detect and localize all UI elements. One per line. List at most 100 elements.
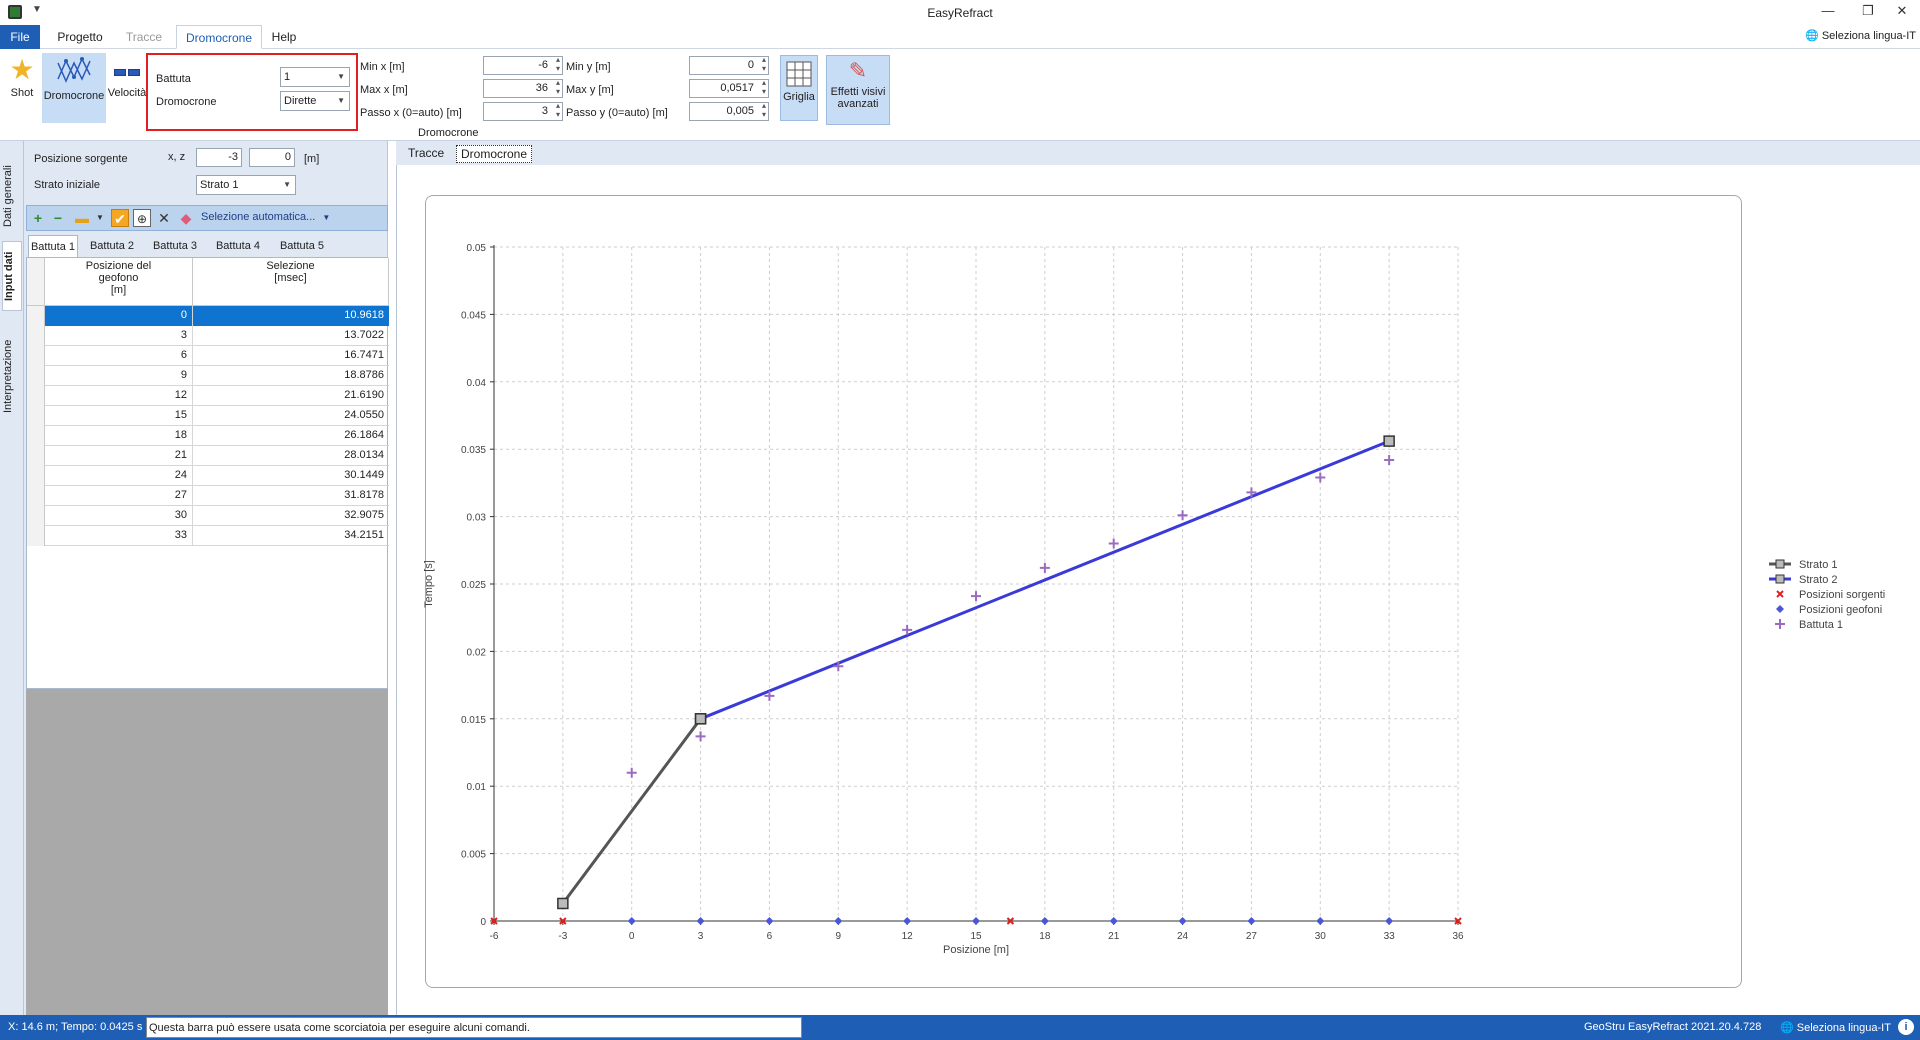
cell-selezione[interactable]: 24.0550 <box>193 406 389 426</box>
velocita-button[interactable]: Velocità <box>106 53 148 119</box>
table-row[interactable]: 15 24.0550 <box>27 406 389 426</box>
tab-battuta-1[interactable]: Battuta 1 <box>28 235 78 257</box>
table-row[interactable]: 0 10.9618 <box>27 306 389 326</box>
shot-button[interactable]: ★ Shot <box>2 53 42 119</box>
close-icon[interactable]: ✕ <box>1882 3 1920 19</box>
cell-selezione[interactable]: 21.6190 <box>193 386 389 406</box>
add-icon[interactable]: + <box>29 209 47 227</box>
remove-icon[interactable]: − <box>49 209 67 227</box>
cell-selezione[interactable]: 18.8786 <box>193 366 389 386</box>
delete-icon[interactable]: ✕ <box>155 209 173 227</box>
table-row[interactable]: 24 30.1449 <box>27 466 389 486</box>
column-header-selezione[interactable]: Selezione [msec] <box>193 258 389 306</box>
column-header-posizione[interactable]: Posizione del geofono [m] <box>45 258 193 306</box>
vtab-input-dati[interactable]: Input dati <box>2 241 22 311</box>
check-icon[interactable]: ✔ <box>111 209 129 227</box>
select-area-icon[interactable]: ⊕ <box>133 209 151 227</box>
folder-icon[interactable]: ▬ <box>73 209 91 227</box>
cell-posizione[interactable]: 0 <box>45 306 193 326</box>
passo-x-input[interactable]: 3 <box>483 101 563 121</box>
min-x-input[interactable]: -6 <box>483 55 563 75</box>
table-row[interactable]: 6 16.7471 <box>27 346 389 366</box>
tab-file[interactable]: File <box>0 25 40 49</box>
cell-selezione[interactable]: 34.2151 <box>193 526 389 546</box>
griglia-button[interactable]: Griglia <box>780 55 818 121</box>
row-indicator[interactable] <box>27 486 45 506</box>
y-tick-label: 0.015 <box>461 715 486 726</box>
row-indicator[interactable] <box>27 346 45 366</box>
strato-iniziale-select[interactable]: Strato 1 ▼ <box>196 175 296 195</box>
cell-posizione[interactable]: 6 <box>45 346 193 366</box>
table-row[interactable]: 33 34.2151 <box>27 526 389 546</box>
row-indicator[interactable] <box>27 366 45 386</box>
tab-dromocrone-view[interactable]: Dromocrone <box>456 145 533 163</box>
cell-selezione[interactable]: 32.9075 <box>193 506 389 526</box>
row-indicator[interactable] <box>27 426 45 446</box>
minimize-icon[interactable]: — <box>1808 3 1848 18</box>
cell-selezione[interactable]: 16.7471 <box>193 346 389 366</box>
status-language-selector[interactable]: 🌐 Seleziona lingua-IT <box>1780 1021 1891 1034</box>
cell-posizione[interactable]: 33 <box>45 526 193 546</box>
cell-selezione[interactable]: 13.7022 <box>193 326 389 346</box>
tab-progetto[interactable]: Progetto <box>50 25 110 49</box>
auto-select-dropdown[interactable]: Selezione automatica... ▼ <box>201 211 330 223</box>
max-x-input[interactable]: 36 <box>483 78 563 98</box>
cell-posizione[interactable]: 27 <box>45 486 193 506</box>
cell-selezione[interactable]: 26.1864 <box>193 426 389 446</box>
dromocrone-chart[interactable]: -6 -3 0 3 6 9 12 15 18 21 24 27 30 33 3600.0050.010.01… <box>397 165 1920 1015</box>
info-icon[interactable]: i <box>1898 1019 1914 1035</box>
table-row[interactable]: 9 18.8786 <box>27 366 389 386</box>
cell-posizione[interactable]: 24 <box>45 466 193 486</box>
table-row[interactable]: 30 32.9075 <box>27 506 389 526</box>
effetti-visivi-button[interactable]: ✎ Effetti visivi avanzati <box>826 55 890 125</box>
cell-posizione[interactable]: 21 <box>45 446 193 466</box>
table-row[interactable]: 12 21.6190 <box>27 386 389 406</box>
row-indicator[interactable] <box>27 446 45 466</box>
row-indicator[interactable] <box>27 406 45 426</box>
command-input[interactable]: Questa barra può essere usata come scorc… <box>146 1017 802 1038</box>
row-indicator[interactable] <box>27 386 45 406</box>
vtab-interpretazione[interactable]: Interpretazione <box>2 331 22 421</box>
legend-item: Posizioni sorgenti <box>1776 589 1885 601</box>
row-indicator[interactable] <box>27 506 45 526</box>
row-indicator[interactable] <box>27 526 45 546</box>
cell-selezione[interactable]: 31.8178 <box>193 486 389 506</box>
dromocrone-view-button[interactable]: Dromocrone <box>42 53 106 123</box>
cell-posizione[interactable]: 12 <box>45 386 193 406</box>
max-y-input[interactable]: 0,0517 <box>689 78 769 98</box>
table-row[interactable]: 18 26.1864 <box>27 426 389 446</box>
tab-battuta-4[interactable]: Battuta 4 <box>208 235 268 257</box>
cell-posizione[interactable]: 9 <box>45 366 193 386</box>
table-row[interactable]: 3 13.7022 <box>27 326 389 346</box>
cell-posizione[interactable]: 3 <box>45 326 193 346</box>
tab-tracce-view[interactable]: Tracce <box>404 145 448 163</box>
row-indicator[interactable] <box>27 466 45 486</box>
row-indicator[interactable] <box>27 326 45 346</box>
tab-tracce[interactable]: Tracce <box>116 25 172 49</box>
dromocrone-type-select[interactable]: Dirette ▼ <box>280 91 350 111</box>
source-z-input[interactable]: 0 <box>249 148 295 167</box>
passo-y-input[interactable]: 0,005 <box>689 101 769 121</box>
vtab-dati-generali[interactable]: Dati generali <box>2 159 22 233</box>
chevron-down-icon[interactable]: ▼ <box>91 209 109 227</box>
tab-help[interactable]: Help <box>266 25 302 49</box>
row-indicator[interactable] <box>27 306 45 326</box>
eraser-icon[interactable]: ◆ <box>177 209 195 227</box>
tab-battuta-2[interactable]: Battuta 2 <box>82 235 142 257</box>
cell-selezione[interactable]: 10.9618 <box>193 306 389 326</box>
cell-posizione[interactable]: 15 <box>45 406 193 426</box>
battuta-select[interactable]: 1 ▼ <box>280 67 350 87</box>
tab-battuta-5[interactable]: Battuta 5 <box>272 235 332 257</box>
source-x-input[interactable]: -3 <box>196 148 242 167</box>
cell-selezione[interactable]: 28.0134 <box>193 446 389 466</box>
language-selector[interactable]: 🌐 Seleziona lingua-IT <box>1805 29 1916 42</box>
table-row[interactable]: 21 28.0134 <box>27 446 389 466</box>
cell-posizione[interactable]: 30 <box>45 506 193 526</box>
table-row[interactable]: 27 31.8178 <box>27 486 389 506</box>
y-tick-label: 0.05 <box>467 243 487 254</box>
cell-posizione[interactable]: 18 <box>45 426 193 446</box>
cell-selezione[interactable]: 30.1449 <box>193 466 389 486</box>
min-y-input[interactable]: 0 <box>689 55 769 75</box>
tab-battuta-3[interactable]: Battuta 3 <box>146 235 204 257</box>
tab-dromocrone[interactable]: Dromocrone <box>176 25 262 49</box>
